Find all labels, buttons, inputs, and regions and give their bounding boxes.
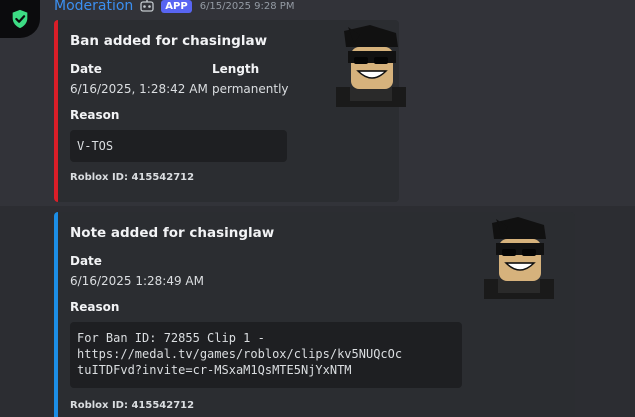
reason-codeblock[interactable]: For Ban ID: 72855 Clip 1 - https://medal… (70, 322, 462, 388)
reason-line: tuITDFvd?invite=cr-MSxaM1QsMTE5NjYxNTM (77, 363, 352, 377)
roblox-avatar-thumbnail[interactable] (330, 25, 412, 107)
field-reason-name: Reason (70, 108, 120, 122)
message-header: Moderation APP 6/15/2025 9:28 PM (54, 0, 294, 14)
bot-avatar[interactable] (0, 0, 40, 38)
message-timestamp[interactable]: 6/15/2025 9:28 PM (200, 1, 295, 12)
embed-footer: Roblox ID: 415542712 (70, 400, 195, 411)
roblox-avatar-thumbnail[interactable] (478, 217, 560, 299)
embed-title: Note added for chasinglaw (70, 225, 275, 241)
field-date-value: 6/16/2025, 1:28:42 AM (70, 82, 208, 96)
app-badge: APP (161, 0, 192, 13)
reason-text: V-TOS (77, 139, 114, 153)
shield-check-icon (12, 9, 28, 29)
field-date-name: Date (70, 254, 102, 268)
reason-line: For Ban ID: 72855 Clip 1 - (77, 331, 265, 345)
note-embed: Note added for chasinglaw Date 6/16/2025… (54, 212, 575, 417)
username[interactable]: Moderation (54, 0, 133, 13)
field-length-value: permanently (212, 82, 289, 96)
embed-title: Ban added for chasinglaw (70, 33, 268, 49)
embed-footer: Roblox ID: 415542712 (70, 172, 195, 183)
robot-icon (140, 0, 154, 12)
reason-codeblock[interactable]: V-TOS (70, 130, 287, 162)
field-date-name: Date (70, 62, 102, 76)
field-length-name: Length (212, 62, 260, 76)
field-reason-name: Reason (70, 300, 120, 314)
field-date-value: 6/16/2025 1:28:49 AM (70, 274, 204, 288)
reason-line: https://medal.tv/games/roblox/clips/kv5N… (77, 347, 403, 361)
ban-embed: Ban added for chasinglaw Date 6/16/2025,… (54, 20, 406, 202)
